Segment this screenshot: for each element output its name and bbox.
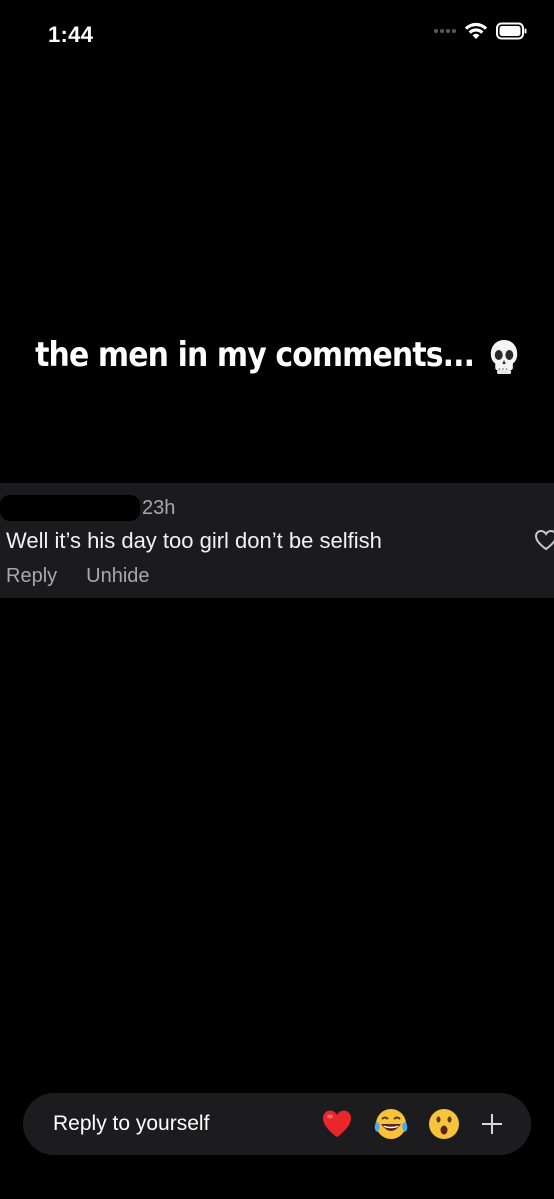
battery-icon xyxy=(496,22,528,40)
comment-text: Well it’s his day too girl don’t be self… xyxy=(6,528,382,553)
comment-actions: Reply Unhide xyxy=(6,565,150,588)
reply-button[interactable]: Reply xyxy=(6,565,57,588)
reply-input[interactable]: Reply to yourself xyxy=(53,1112,209,1136)
status-bar: 1:44 xyxy=(0,0,554,70)
heart-emoji-icon[interactable] xyxy=(320,1107,354,1141)
comment-timestamp: 23h xyxy=(142,496,176,519)
wifi-icon xyxy=(464,22,488,40)
reply-bar: Reply to yourself xyxy=(23,1093,531,1155)
status-time: 1:44 xyxy=(48,22,94,47)
comment-header: 23h xyxy=(0,495,175,521)
status-indicators xyxy=(434,22,528,40)
comment-card[interactable]: 23h Well it’s his day too girl don’t be … xyxy=(0,483,554,598)
cellular-signal-icon xyxy=(434,29,456,33)
skull-emoji-icon xyxy=(489,339,519,375)
unhide-button[interactable]: Unhide xyxy=(86,565,149,588)
plus-icon[interactable] xyxy=(479,1108,505,1140)
redacted-username xyxy=(0,495,140,521)
story-caption: the men in my comments... xyxy=(33,335,521,375)
caption-text: the men in my comments... xyxy=(35,335,475,375)
heart-outline-icon[interactable] xyxy=(534,529,554,551)
tears-of-joy-emoji-icon[interactable] xyxy=(373,1107,408,1141)
surprised-emoji-icon[interactable] xyxy=(427,1107,461,1141)
